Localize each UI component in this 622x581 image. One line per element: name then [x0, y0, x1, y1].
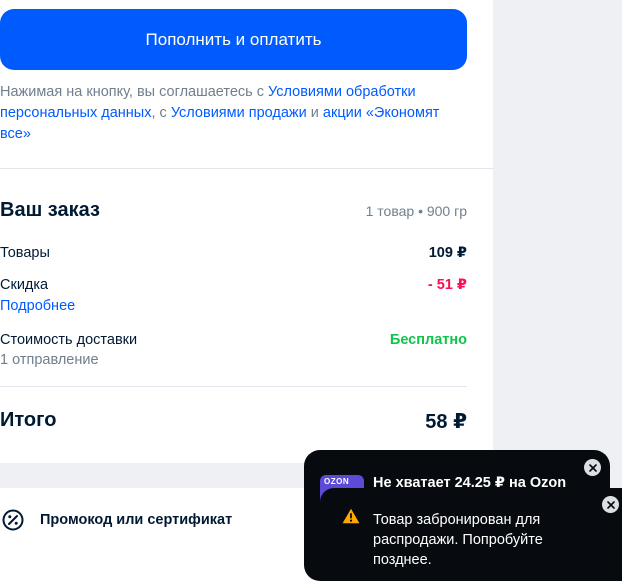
close-icon[interactable] — [602, 496, 619, 513]
total-label: Итого — [0, 409, 57, 431]
consent-prefix: Нажимая на кнопку, вы соглашаетесь с — [0, 84, 269, 100]
consent-text: Нажимая на кнопку, вы соглашаетесь с Усл… — [0, 82, 470, 145]
consent-separator: , с — [151, 105, 171, 121]
order-meta: 1 товар • 900 гр — [365, 203, 467, 219]
discount-value: - 51 ₽ — [427, 277, 467, 293]
close-icon[interactable] — [584, 459, 601, 476]
divider — [0, 386, 467, 387]
promo-code-label: Промокод или сертификат — [40, 512, 233, 528]
goods-value: 109 ₽ — [428, 245, 467, 261]
delivery-value: Бесплатно — [389, 332, 467, 348]
consent-separator: и — [306, 105, 323, 121]
discount-details-link[interactable]: Подробнее — [0, 298, 75, 314]
discount-percent-icon — [2, 509, 24, 531]
reserved-toast-text: Товар забронирован для распродажи. Попро… — [373, 512, 543, 568]
pay-button[interactable]: Пополнить и оплатить — [0, 9, 467, 70]
delivery-label: Стоимость доставки — [0, 332, 138, 348]
sale-terms-link[interactable]: Условиями продажи — [171, 105, 307, 121]
payment-card: Пополнить и оплатить Нажимая на кнопку, … — [0, 0, 493, 168]
order-title: Ваш заказ — [0, 199, 100, 221]
discount-label: Скидка — [0, 277, 49, 293]
order-summary-card: Ваш заказ 1 товар • 900 гр Товары 109 ₽ … — [0, 169, 493, 463]
goods-label: Товары — [0, 245, 50, 261]
delivery-shipments: 1 отправление — [0, 352, 99, 368]
ozon-brand: OZON — [324, 477, 350, 486]
total-value: 58 ₽ — [425, 411, 467, 433]
reserved-toast: Товар забронирован для распродажи. Попро… — [320, 488, 622, 581]
warning-icon — [342, 508, 360, 524]
